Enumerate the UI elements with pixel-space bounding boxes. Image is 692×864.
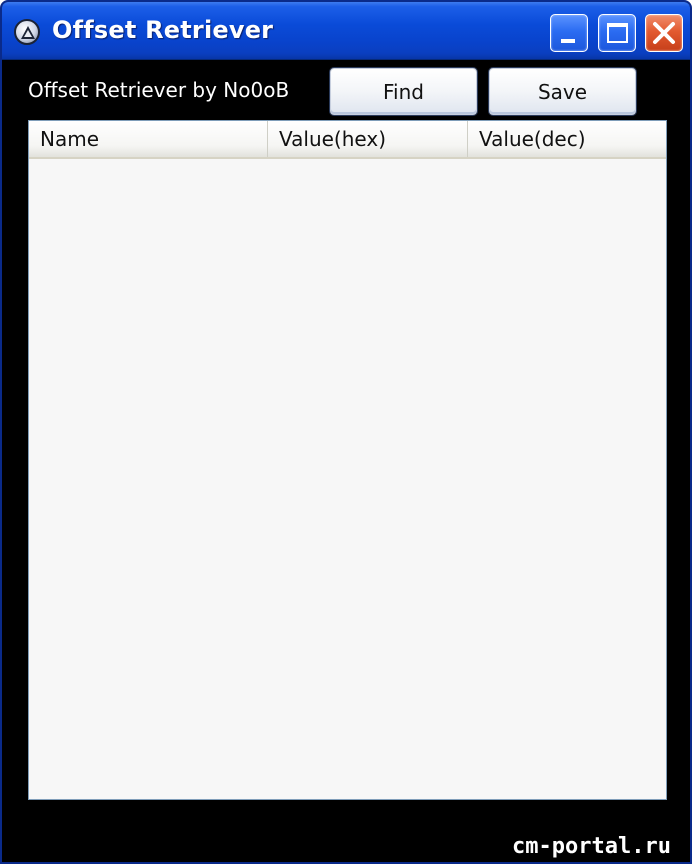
maximize-button[interactable] bbox=[598, 14, 636, 52]
column-header-value-hex[interactable]: Value(hex) bbox=[268, 121, 468, 157]
offsets-list[interactable]: Name Value(hex) Value(dec) bbox=[28, 120, 667, 800]
app-logo-glyph bbox=[21, 26, 35, 39]
title-bar[interactable]: Offset Retriever bbox=[2, 2, 690, 60]
close-button[interactable] bbox=[645, 14, 683, 52]
window-title: Offset Retriever bbox=[52, 16, 274, 44]
maximize-icon bbox=[607, 23, 628, 43]
save-button[interactable]: Save bbox=[489, 68, 636, 115]
list-body[interactable] bbox=[29, 159, 666, 799]
minimize-icon bbox=[561, 39, 575, 43]
close-icon bbox=[653, 22, 675, 44]
column-header-name[interactable]: Name bbox=[29, 121, 268, 157]
column-header-value-dec[interactable]: Value(dec) bbox=[468, 121, 666, 157]
app-window: Offset Retriever Offset Retriever by No0… bbox=[0, 0, 692, 864]
minimize-button[interactable] bbox=[550, 14, 588, 52]
watermark-text: cm-portal.ru bbox=[512, 834, 671, 859]
list-header: Name Value(hex) Value(dec) bbox=[29, 121, 666, 159]
author-caption: Offset Retriever by No0oB bbox=[28, 78, 290, 102]
app-logo-icon[interactable] bbox=[14, 19, 40, 45]
find-button[interactable]: Find bbox=[330, 68, 477, 115]
